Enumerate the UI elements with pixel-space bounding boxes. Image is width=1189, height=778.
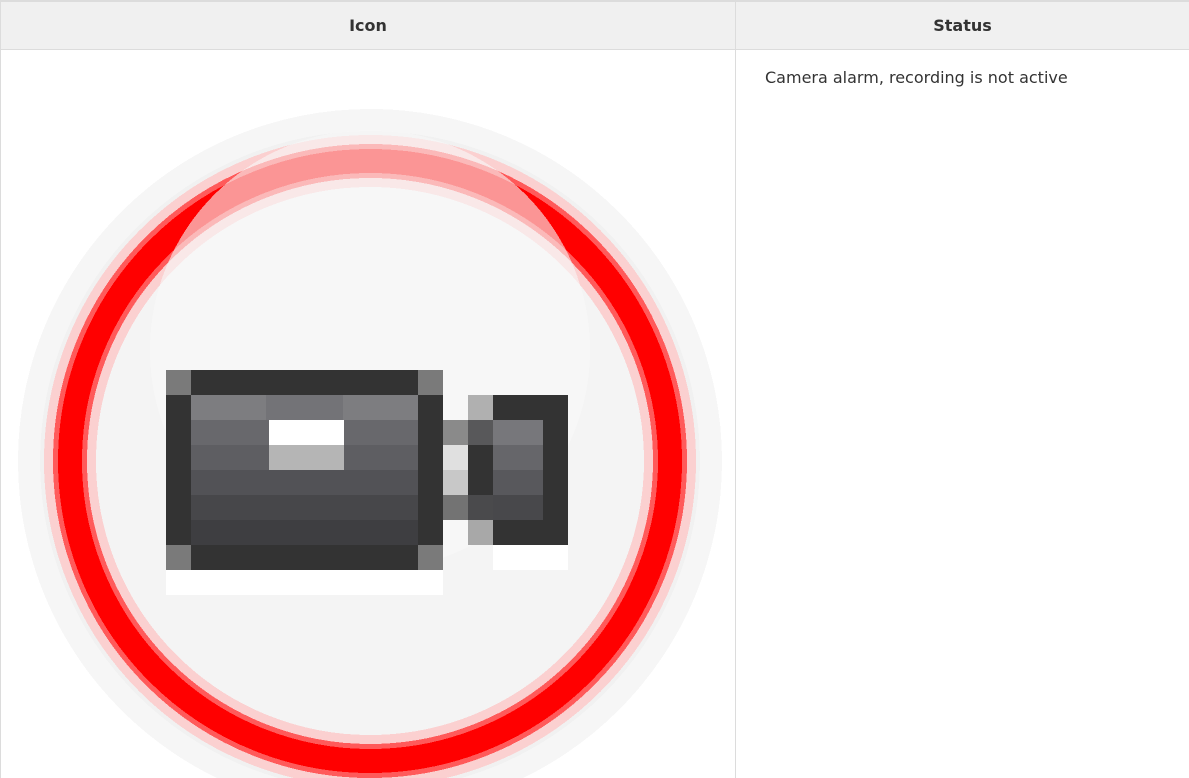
status-table-wrapper: Icon Status	[0, 0, 1189, 775]
status-column-header: Status	[736, 1, 1189, 50]
table-header-row: Icon Status	[1, 1, 1189, 50]
table-row: Camera alarm, recording is not active	[1, 50, 1189, 778]
status-table: Icon Status	[0, 0, 1189, 778]
status-cell: Camera alarm, recording is not active	[736, 50, 1189, 778]
icon-column-header: Icon	[1, 1, 736, 50]
camera-alarm-not-recording-icon	[1, 50, 735, 778]
icon-cell	[1, 50, 736, 778]
